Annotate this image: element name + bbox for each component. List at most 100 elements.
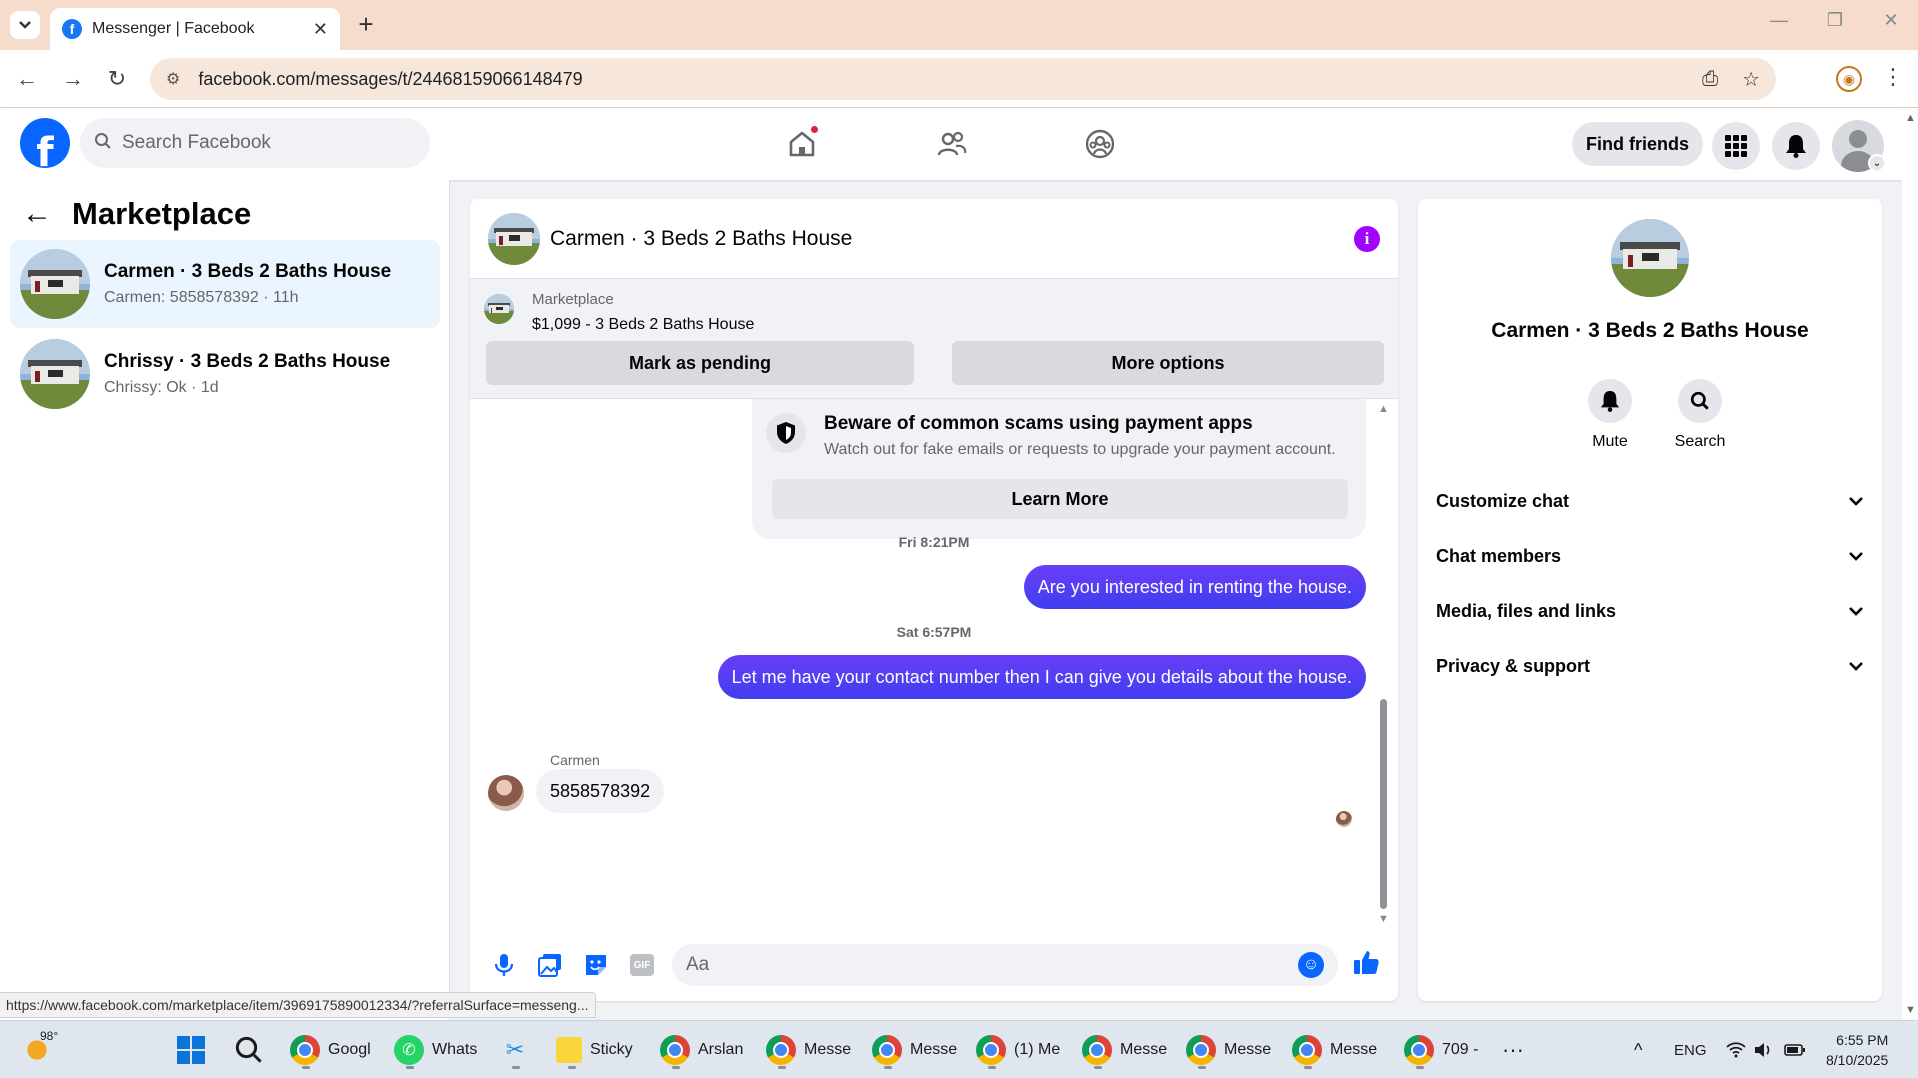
nav-groups[interactable] <box>1078 122 1122 166</box>
page-scrollbar[interactable]: ▲ ▼ <box>1902 108 1918 1020</box>
bookmark-star-icon[interactable]: ☆ <box>1742 67 1760 92</box>
system-clock[interactable]: 6:55 PM 8/10/2025 <box>1826 1030 1888 1070</box>
menu-button[interactable] <box>1712 122 1760 170</box>
close-tab-icon[interactable]: ✕ <box>313 19 328 40</box>
outgoing-message[interactable]: Let me have your contact number then I c… <box>717 655 1366 699</box>
wifi-icon[interactable] <box>1726 1021 1746 1078</box>
info-icon[interactable]: i <box>1354 225 1380 252</box>
taskbar-app-chrome-arslan[interactable]: Arslan <box>660 1029 743 1071</box>
facebook-logo[interactable]: f <box>20 118 70 168</box>
listing-thumbnail <box>484 294 514 324</box>
new-tab-button[interactable]: + <box>352 10 380 38</box>
taskbar-app-chrome-messenger[interactable]: (1) Me <box>976 1029 1060 1071</box>
search-input[interactable] <box>122 132 402 154</box>
start-button[interactable] <box>176 1029 206 1071</box>
taskbar-app-snipping-tool[interactable]: ✂ <box>500 1029 530 1071</box>
browser-tab-messenger[interactable]: f Messenger | Facebook ✕ <box>50 8 340 50</box>
chrome-icon <box>1292 1035 1322 1065</box>
find-friends-button[interactable]: Find friends <box>1572 122 1703 166</box>
message-input[interactable] <box>686 954 1298 976</box>
battery-icon[interactable] <box>1784 1021 1806 1078</box>
back-button[interactable]: ← <box>12 64 42 94</box>
scroll-down-icon[interactable]: ▼ <box>1905 1004 1916 1016</box>
message-input-container[interactable]: ☺ <box>672 944 1338 986</box>
photo-icon[interactable] <box>534 949 566 981</box>
chat-title[interactable]: Carmen · 3 Beds 2 Baths House <box>550 227 1344 251</box>
gif-icon[interactable]: GIF <box>626 949 658 981</box>
message-list: Beware of common scams using payment app… <box>470 399 1398 929</box>
weather-widget[interactable]: 98° <box>22 1029 58 1071</box>
privacy-support-section[interactable]: Privacy & support <box>1436 646 1864 686</box>
site-settings-icon[interactable]: ⚙ <box>166 69 180 89</box>
install-app-icon[interactable]: ⎙ <box>1702 68 1718 91</box>
scam-warning-card: Beware of common scams using payment app… <box>752 399 1366 539</box>
incoming-message[interactable]: 5858578392 <box>536 769 665 813</box>
language-indicator[interactable]: ENG <box>1674 1021 1707 1078</box>
taskbar-app-chrome-messenger[interactable]: Messe <box>1186 1029 1271 1071</box>
minimize-button[interactable]: — <box>1764 10 1794 31</box>
reload-button[interactable]: ↻ <box>102 64 132 94</box>
mute-button[interactable]: Mute <box>1570 379 1650 451</box>
taskbar-app-chrome-messenger[interactable]: Messe <box>1292 1029 1377 1071</box>
sender-avatar[interactable] <box>488 775 524 811</box>
thumbs-up-icon[interactable] <box>1352 948 1380 983</box>
more-options-button[interactable]: More options <box>952 341 1384 385</box>
show-hidden-icons-chevron-icon[interactable]: ^ <box>1634 1021 1642 1078</box>
scam-warning-title: Beware of common scams using payment app… <box>824 413 1253 434</box>
microphone-icon[interactable] <box>488 949 520 981</box>
outgoing-message[interactable]: Are you interested in renting the house. <box>1023 565 1366 609</box>
bell-icon <box>1786 135 1806 158</box>
facebook-search[interactable] <box>80 118 430 168</box>
nav-home[interactable] <box>780 122 824 166</box>
nav-friends[interactable] <box>930 122 974 166</box>
taskbar-overflow-icon[interactable]: ··· <box>1502 1029 1524 1071</box>
chrome-icon <box>766 1035 796 1065</box>
notifications-button[interactable] <box>1772 122 1820 170</box>
search-icon <box>235 1036 262 1063</box>
chevron-down-icon <box>1849 607 1863 616</box>
taskbar-search-button[interactable] <box>234 1029 264 1071</box>
account-chevron-icon[interactable]: ⌄ <box>1868 154 1886 172</box>
scroll-up-icon[interactable]: ▲ <box>1378 403 1389 415</box>
listing-info[interactable]: Marketplace $1,099 - 3 Beds 2 Baths Hous… <box>484 289 754 334</box>
scrollbar-thumb[interactable] <box>1380 699 1387 909</box>
learn-more-button[interactable]: Learn More <box>772 479 1348 519</box>
listing-banner: Marketplace $1,099 - 3 Beds 2 Baths Hous… <box>470 279 1398 399</box>
taskbar-app-chrome-709[interactable]: 709 - <box>1404 1029 1478 1071</box>
taskbar-app-whatsapp[interactable]: ✆ Whats <box>394 1029 477 1071</box>
chat-avatar[interactable] <box>488 212 540 265</box>
emoji-icon[interactable]: ☺ <box>1298 952 1324 978</box>
grid-menu-icon <box>1725 135 1747 157</box>
chat-members-section[interactable]: Chat members <box>1436 536 1864 576</box>
chrome-profile-icon[interactable]: ◉ <box>1836 66 1862 92</box>
conversation-item-carmen[interactable]: Carmen · 3 Beds 2 Baths House Carmen: 58… <box>10 240 440 328</box>
conversation-avatar[interactable] <box>1611 219 1689 297</box>
customize-chat-section[interactable]: Customize chat <box>1436 481 1864 521</box>
conversation-item-chrissy[interactable]: Chrissy · 3 Beds 2 Baths House Chrissy: … <box>10 330 440 418</box>
sticker-icon[interactable] <box>580 949 612 981</box>
taskbar-app-chrome-messenger[interactable]: Messe <box>1082 1029 1167 1071</box>
mute-label: Mute <box>1592 433 1628 450</box>
volume-icon[interactable] <box>1754 1021 1772 1078</box>
taskbar-app-chrome-messenger[interactable]: Messe <box>872 1029 957 1071</box>
mark-as-pending-button[interactable]: Mark as pending <box>486 341 914 385</box>
page-title: Marketplace <box>72 196 252 231</box>
taskbar-app-sticky[interactable]: Sticky <box>556 1029 633 1071</box>
chrome-icon <box>1082 1035 1112 1065</box>
scroll-up-icon[interactable]: ▲ <box>1905 112 1916 124</box>
search-in-conversation-button[interactable]: Search <box>1660 379 1740 451</box>
address-bar[interactable]: ⚙ facebook.com/messages/t/24468159066148… <box>150 58 1776 100</box>
tab-search-button[interactable] <box>10 11 40 39</box>
forward-button[interactable]: → <box>58 64 88 94</box>
taskbar-app-chrome-messenger[interactable]: Messe <box>766 1029 851 1071</box>
back-arrow-icon[interactable]: ← <box>22 197 52 231</box>
tab-title: Messenger | Facebook <box>92 20 255 37</box>
close-window-button[interactable]: ✕ <box>1876 10 1906 31</box>
media-files-links-section[interactable]: Media, files and links <box>1436 591 1864 631</box>
scroll-down-icon[interactable]: ▼ <box>1378 913 1389 925</box>
restore-button[interactable]: ❐ <box>1820 10 1850 31</box>
chrome-menu-icon[interactable]: ⋮ <box>1882 64 1904 90</box>
message-scrollbar[interactable]: ▲ ▼ <box>1376 399 1390 929</box>
taskbar-app-chrome[interactable]: Googl <box>290 1029 371 1071</box>
taskbar-app-label: Messe <box>804 1041 852 1058</box>
